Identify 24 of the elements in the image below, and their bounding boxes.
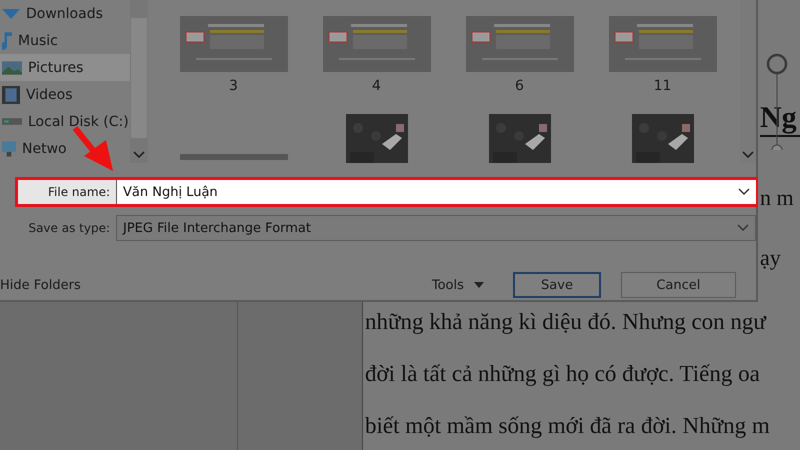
file-type-dropdown[interactable]: JPEG File Interchange Format bbox=[116, 215, 756, 241]
nav-item[interactable]: Videos bbox=[0, 81, 130, 108]
document-text: đời là tất cả những gì họ có được. Tiếng oa bbox=[365, 362, 761, 386]
document-text: n m bbox=[760, 185, 795, 211]
hide-folders-link[interactable]: Hide Folders bbox=[0, 278, 432, 292]
nav-item[interactable]: Netwo bbox=[0, 135, 130, 162]
document-text: ạy bbox=[760, 245, 782, 271]
nav-item[interactable]: Downloads bbox=[0, 0, 130, 27]
dialog-button[interactable]: Save bbox=[513, 272, 601, 298]
document-text: những khả năng kì diệu đó. Nhưng con ngư bbox=[365, 310, 768, 334]
thumbnail-label: 6 bbox=[515, 78, 524, 94]
file-name-field[interactable]: Văn Nghị Luận bbox=[116, 180, 756, 204]
document-text: biết một mầm sống mới đã ra đời. Những m bbox=[365, 414, 771, 438]
nav-item[interactable]: Music bbox=[0, 27, 130, 54]
nav-item[interactable]: Pictures bbox=[0, 54, 130, 81]
dialog-button[interactable]: Cancel bbox=[620, 272, 736, 298]
document-heading: Ng bbox=[760, 101, 800, 137]
thumbnail-label: 4 bbox=[372, 78, 381, 94]
tools-menu[interactable]: Tools bbox=[432, 278, 514, 292]
field-label: Save as type: bbox=[27, 220, 111, 237]
thumbnail-label: 3 bbox=[229, 78, 238, 94]
thumbnail-label: 11 bbox=[654, 78, 672, 94]
field-label: File name: bbox=[18, 180, 116, 204]
nav-item[interactable]: Local Disk (C:) bbox=[0, 108, 130, 135]
